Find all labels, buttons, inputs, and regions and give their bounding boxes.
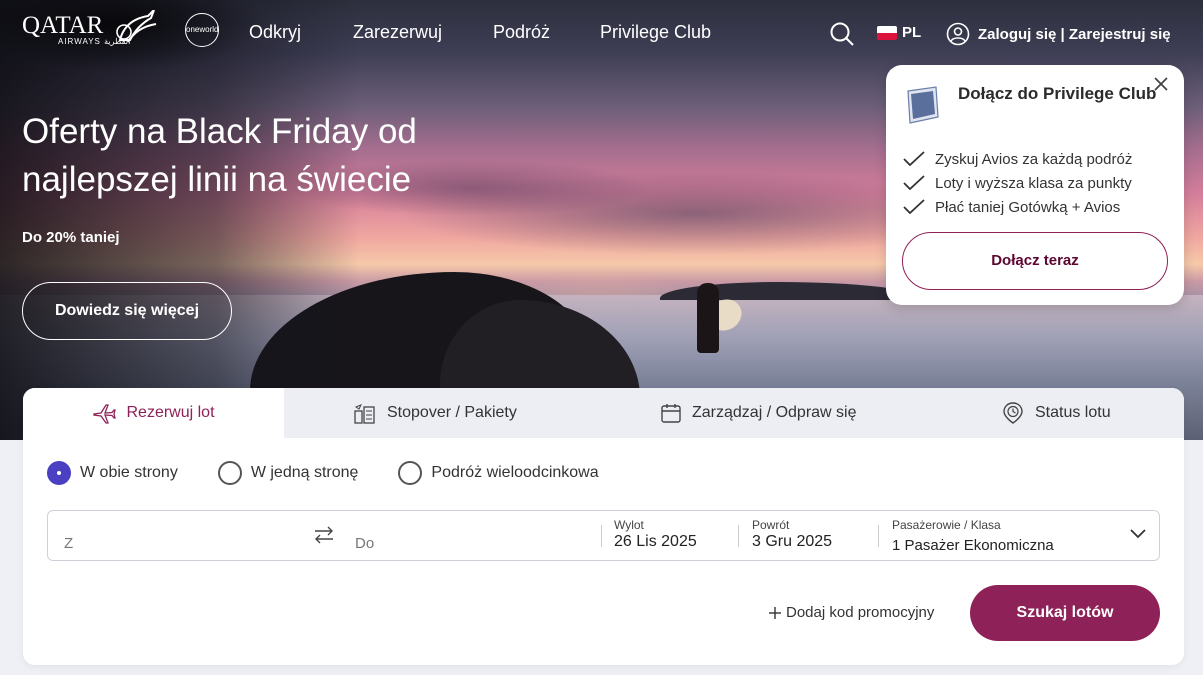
tab-stopover[interactable]: Stopover / Pakiety xyxy=(353,388,517,438)
avios-badge-icon xyxy=(902,85,942,125)
nav-link-odkryj[interactable]: Odkryj xyxy=(249,22,301,43)
poland-flag-icon xyxy=(877,25,897,40)
field-divider xyxy=(878,525,879,547)
tab-label: Rezerwuj lot xyxy=(126,404,215,421)
radio-selected-icon xyxy=(47,461,71,485)
booking-tabs: Rezerwuj lot Stopover / Pakiety Zarządza… xyxy=(23,388,1184,438)
language-code: PL xyxy=(902,24,922,41)
tab-book-flight[interactable]: Rezerwuj lot xyxy=(23,388,284,438)
swap-icon[interactable] xyxy=(313,525,335,545)
location-clock-icon xyxy=(1003,402,1023,424)
passengers-class-field[interactable]: 1 Pasażer Ekonomiczna xyxy=(892,537,1054,554)
radio-icon xyxy=(217,461,242,485)
tab-label: Zarządzaj / Odpraw się xyxy=(692,404,857,421)
search-flights-button[interactable]: Szukaj lotów xyxy=(970,585,1160,641)
login-label: Zaloguj się | Zarejestruj się xyxy=(978,25,1171,43)
stopover-icon xyxy=(354,404,375,424)
plane-icon xyxy=(93,404,117,424)
logo-wordmark: QATAR xyxy=(22,12,104,39)
tab-label: Stopover / Pakiety xyxy=(387,404,517,421)
trip-type-group: W obie strony W jedną stronę Podróż wiel… xyxy=(47,461,639,485)
benefit-text: Płać taniej Gotówką + Avios xyxy=(935,198,1121,216)
return-date-field[interactable]: 3 Gru 2025 xyxy=(752,533,832,551)
tab-label: Status lotu xyxy=(1035,404,1111,421)
radio-label: W obie strony xyxy=(80,464,178,481)
trip-one-way[interactable]: W jedną stronę xyxy=(217,461,359,485)
hero-surfer xyxy=(697,283,719,353)
plus-icon xyxy=(769,606,781,619)
benefit-item: Zyskuj Avios za każdą podróż xyxy=(902,147,1132,171)
nav-link-privilege-club[interactable]: Privilege Club xyxy=(600,22,711,43)
language-selector[interactable]: PL xyxy=(877,24,921,41)
oneworld-logo[interactable]: oneworld xyxy=(185,13,219,47)
field-divider xyxy=(738,525,739,547)
top-nav: QATAR AIRWAYS القطرية oneworld Odkryj Za… xyxy=(0,0,1203,68)
join-now-button[interactable]: Dołącz teraz xyxy=(902,232,1168,290)
destination-input[interactable]: Do xyxy=(355,535,374,552)
oryx-icon xyxy=(116,10,157,43)
benefit-item: Loty i wyższa klasa za punkty xyxy=(902,171,1132,195)
user-icon xyxy=(946,22,970,46)
learn-more-button[interactable]: Dowiedz się więcej xyxy=(22,282,232,340)
hero-subtitle: Do 20% taniej xyxy=(22,229,120,246)
benefit-text: Loty i wyższa klasa za punkty xyxy=(935,174,1132,192)
login-link[interactable]: Zaloguj się | Zarejestruj się xyxy=(946,22,1171,46)
depart-date-field[interactable]: 26 Lis 2025 xyxy=(614,533,697,551)
return-label: Powrót xyxy=(752,518,790,532)
privilege-club-popup: Dołącz do Privilege Club Zyskuj Avios za… xyxy=(886,65,1184,305)
radio-label: W jedną stronę xyxy=(250,464,359,481)
check-icon xyxy=(903,175,925,191)
depart-label: Wylot xyxy=(614,518,644,532)
tab-flight-status[interactable]: Status lotu xyxy=(1001,388,1111,438)
benefit-item: Płać taniej Gotówką + Avios xyxy=(902,195,1132,219)
radio-label: Podróż wieloodcinkowa xyxy=(431,464,599,481)
add-promo-code-link[interactable]: Dodaj kod promocyjny xyxy=(768,604,934,621)
origin-input[interactable]: Z xyxy=(64,535,73,552)
flight-search-fields: Z Do Wylot 26 Lis 2025 Powrót 3 Gru 2025… xyxy=(47,510,1160,561)
nav-link-podroz[interactable]: Podróż xyxy=(493,22,550,43)
search-icon[interactable] xyxy=(829,21,855,47)
trip-round-trip[interactable]: W obie strony xyxy=(47,461,178,485)
promo-label: Dodaj kod promocyjny xyxy=(786,604,935,621)
benefits-list: Zyskuj Avios za każdą podróż Loty i wyżs… xyxy=(902,147,1132,219)
tab-manage[interactable]: Zarządzaj / Odpraw się xyxy=(660,388,857,438)
field-divider xyxy=(601,525,602,547)
trip-multi-city[interactable]: Podróż wieloodcinkowa xyxy=(398,461,599,485)
qatar-logo[interactable]: QATAR AIRWAYS القطرية xyxy=(22,10,157,50)
calendar-icon xyxy=(661,404,681,423)
nav-link-zarezerwuj[interactable]: Zarezerwuj xyxy=(353,22,442,43)
booking-panel: Rezerwuj lot Stopover / Pakiety Zarządza… xyxy=(23,388,1184,665)
check-icon xyxy=(903,199,925,215)
radio-icon xyxy=(398,461,423,485)
chevron-down-icon[interactable] xyxy=(1129,528,1147,540)
passengers-label: Pasażerowie / Klasa xyxy=(892,518,1001,532)
hero-title: Oferty na Black Friday od najlepszej lin… xyxy=(22,112,417,199)
popup-title: Dołącz do Privilege Club xyxy=(958,84,1157,103)
benefit-text: Zyskuj Avios za każdą podróż xyxy=(935,150,1133,168)
check-icon xyxy=(903,151,925,167)
